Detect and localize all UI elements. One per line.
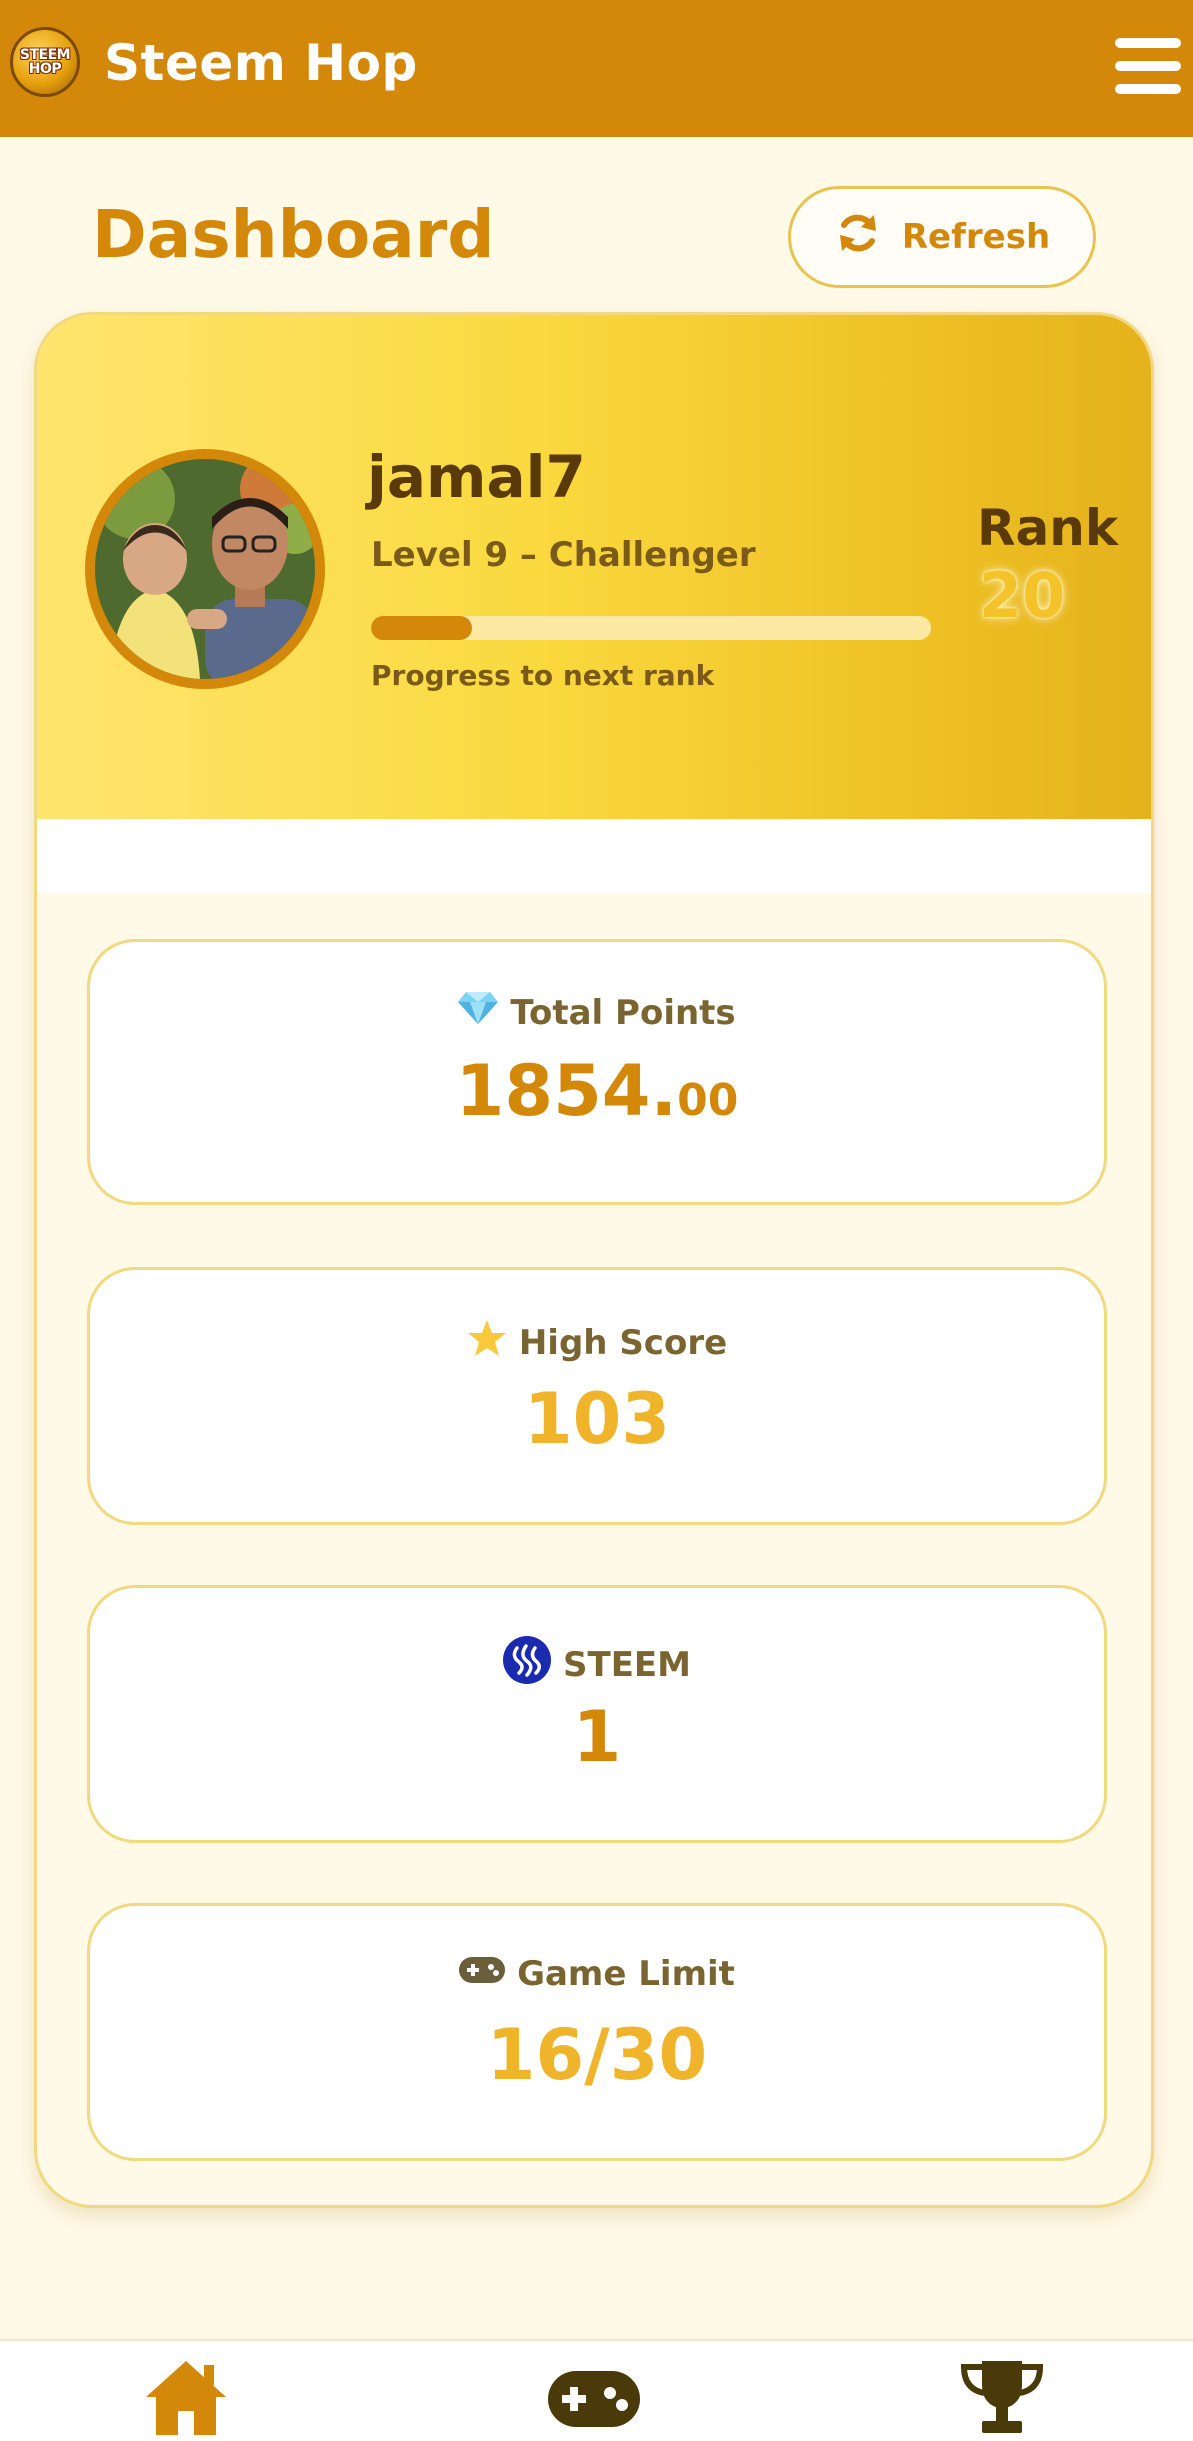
hamburger-menu-icon[interactable] <box>1115 38 1181 94</box>
high-score-label: High Score <box>518 1322 728 1363</box>
total-points-decimal: 00 <box>677 1075 739 1126</box>
app-title[interactable]: Steem Hop <box>104 34 418 92</box>
star-icon <box>467 1318 507 1367</box>
game-limit-value: 16/30 <box>486 2014 708 2096</box>
rank-label: Rank <box>977 499 1119 557</box>
page-title: Dashboard <box>92 196 495 273</box>
refresh-button[interactable]: Refresh <box>788 186 1096 288</box>
rank-value: 20 <box>979 559 1066 632</box>
avatar-photo <box>95 459 315 679</box>
username: jamal7 <box>367 443 586 511</box>
nav-games[interactable] <box>548 2371 640 2431</box>
stat-card-total-points: Total Points 1854.00 <box>87 939 1107 1205</box>
refresh-label: Refresh <box>901 217 1051 257</box>
nav-leaderboard[interactable] <box>960 2359 1044 2439</box>
steem-label: STEEM <box>563 1644 691 1685</box>
level-label: Level 9 – Challenger <box>371 535 756 575</box>
home-icon <box>144 2361 228 2439</box>
app-header: STEEM HOP Steem Hop <box>0 0 1193 137</box>
nav-home[interactable] <box>144 2359 228 2439</box>
gamepad-icon <box>548 2371 640 2431</box>
progress-label: Progress to next rank <box>371 659 715 692</box>
high-score-value: 103 <box>523 1378 671 1460</box>
rank-progress-fill <box>371 616 472 640</box>
rank-progress-bar <box>371 616 931 640</box>
refresh-icon <box>834 209 882 266</box>
card-divider <box>37 819 1151 893</box>
avatar[interactable] <box>85 449 325 689</box>
total-points-value: 1854.00 <box>90 1050 1104 1132</box>
bottom-nav <box>0 2339 1193 2441</box>
stat-card-steem: STEEM 1 <box>87 1585 1107 1843</box>
game-limit-label: Game Limit <box>517 1954 735 1994</box>
total-points-label: Total Points <box>510 992 736 1033</box>
stat-card-game-limit: Game Limit 16/30 <box>87 1903 1107 2161</box>
trophy-icon <box>960 2361 1044 2439</box>
steem-icon <box>503 1636 552 1693</box>
app-logo[interactable]: STEEM HOP <box>10 27 80 97</box>
total-points-main: 1854. <box>455 1050 678 1132</box>
steem-value: 1 <box>572 1696 622 1778</box>
stat-card-high-score: High Score 103 <box>87 1267 1107 1525</box>
profile-card: jamal7 Level 9 – Challenger Progress to … <box>34 312 1154 2208</box>
gem-icon <box>458 990 499 1035</box>
logo-text-top: STEEM <box>19 47 71 63</box>
logo-text-bottom: HOP <box>28 61 62 77</box>
profile-banner: jamal7 Level 9 – Challenger Progress to … <box>37 315 1151 819</box>
gamepad-icon <box>459 1954 506 1994</box>
